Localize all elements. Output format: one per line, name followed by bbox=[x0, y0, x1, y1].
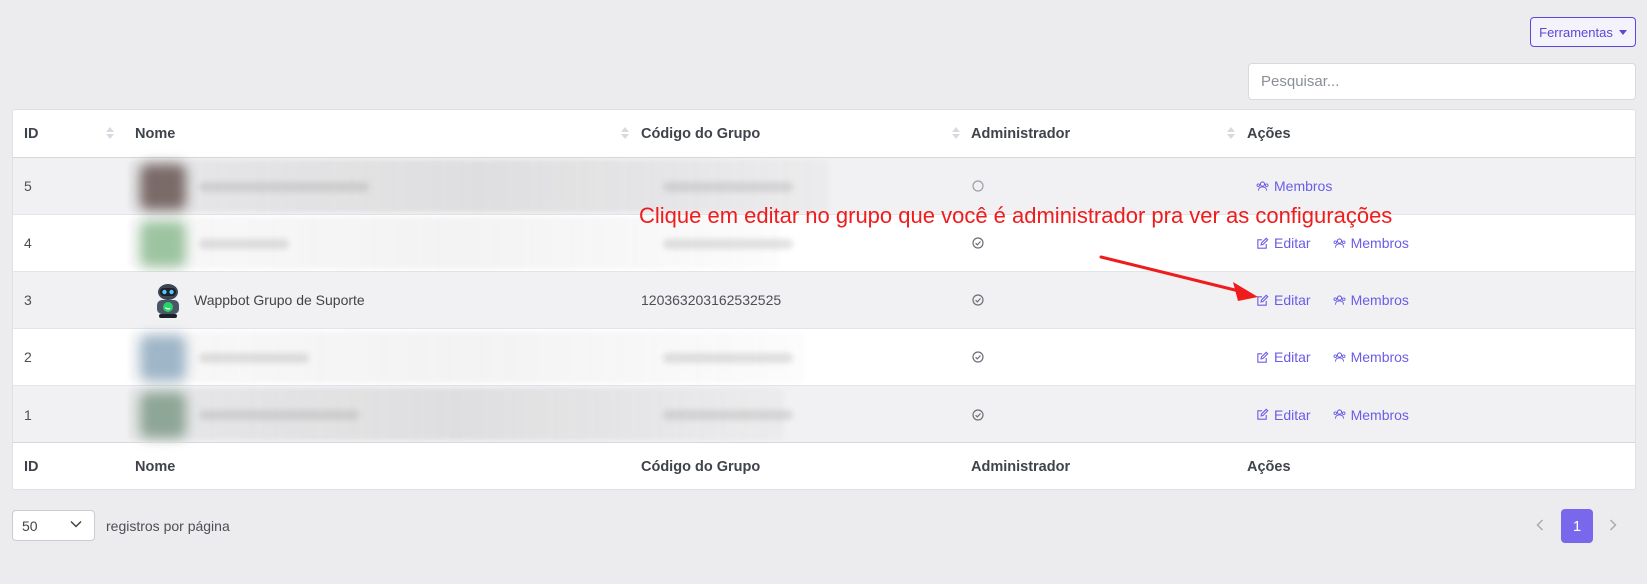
redacted-code bbox=[663, 182, 793, 192]
edit-link[interactable]: Editar bbox=[1256, 292, 1311, 308]
col-footer-code: Código do Grupo bbox=[641, 458, 761, 475]
table-row: 2 Editar Membros bbox=[13, 329, 1635, 386]
row-id: 5 bbox=[24, 178, 32, 194]
members-link[interactable]: Membros bbox=[1333, 349, 1409, 365]
groups-table: ID Nome Código do Grupo Administrador Aç… bbox=[12, 109, 1636, 490]
edit-label: Editar bbox=[1274, 235, 1311, 251]
chevron-down-icon bbox=[70, 520, 82, 528]
members-link[interactable]: Membros bbox=[1333, 235, 1409, 251]
col-header-id[interactable]: ID bbox=[24, 110, 39, 157]
edit-icon bbox=[1257, 237, 1269, 249]
row-id: 4 bbox=[24, 235, 32, 251]
redacted-name bbox=[199, 353, 309, 363]
robot-avatar-icon bbox=[151, 281, 185, 319]
chevron-right-icon bbox=[1609, 519, 1617, 531]
redacted-code bbox=[663, 239, 793, 249]
per-page-label: registros por página bbox=[106, 518, 230, 534]
row-id: 1 bbox=[24, 406, 32, 423]
table-row: 3 Wappbot Grupo de Suporte 1203632031625… bbox=[13, 272, 1635, 329]
check-circle-icon bbox=[972, 294, 984, 306]
check-circle-icon bbox=[972, 237, 984, 249]
table-header: ID Nome Código do Grupo Administrador Aç… bbox=[13, 110, 1635, 158]
edit-icon bbox=[1257, 408, 1269, 420]
members-link[interactable]: Membros bbox=[1333, 292, 1409, 308]
admin-status bbox=[971, 386, 985, 443]
edit-label: Editar bbox=[1274, 406, 1311, 423]
redacted-avatar bbox=[140, 335, 186, 381]
redacted-name bbox=[199, 410, 359, 420]
users-icon bbox=[1333, 294, 1346, 305]
col-header-name[interactable]: Nome bbox=[135, 110, 175, 157]
row-actions: Editar Membros bbox=[1247, 386, 1409, 443]
row-actions: Editar Membros bbox=[1247, 272, 1409, 328]
group-code: 120363203162532525 bbox=[641, 292, 782, 308]
col-footer-id: ID bbox=[24, 458, 39, 475]
edit-link[interactable]: Editar bbox=[1256, 235, 1311, 251]
users-icon bbox=[1333, 409, 1346, 419]
redacted-name bbox=[199, 182, 369, 192]
sort-icon[interactable] bbox=[951, 127, 961, 143]
check-circle-icon bbox=[972, 351, 984, 363]
circle-empty-icon bbox=[972, 180, 984, 192]
prev-page-button[interactable] bbox=[1530, 515, 1550, 535]
edit-label: Editar bbox=[1274, 349, 1311, 365]
page-button-current[interactable]: 1 bbox=[1561, 509, 1593, 543]
sort-icon[interactable] bbox=[620, 127, 630, 143]
members-label: Membros bbox=[1350, 406, 1409, 423]
sort-icon[interactable] bbox=[1226, 127, 1236, 143]
redacted-avatar bbox=[140, 221, 186, 267]
col-footer-name: Nome bbox=[135, 458, 176, 475]
search-input[interactable] bbox=[1248, 63, 1636, 100]
edit-label: Editar bbox=[1274, 292, 1311, 308]
col-header-code[interactable]: Código do Grupo bbox=[641, 110, 760, 157]
redacted-name bbox=[199, 239, 289, 249]
members-label: Membros bbox=[1350, 235, 1409, 251]
table-row: 1 Editar Membros bbox=[13, 386, 1635, 443]
admin-status bbox=[971, 272, 985, 328]
check-circle-icon bbox=[972, 408, 984, 421]
redacted-code bbox=[663, 410, 793, 420]
per-page-select[interactable]: 50 bbox=[12, 510, 95, 541]
members-label: Membros bbox=[1274, 178, 1333, 194]
users-icon bbox=[1333, 237, 1346, 248]
sort-icon[interactable] bbox=[105, 127, 115, 143]
caret-down-icon bbox=[1618, 29, 1627, 35]
next-page-button[interactable] bbox=[1603, 515, 1623, 535]
tools-dropdown-button[interactable]: Ferramentas bbox=[1530, 17, 1636, 47]
members-label: Membros bbox=[1350, 292, 1409, 308]
members-link[interactable]: Membros bbox=[1256, 178, 1332, 194]
members-link[interactable]: Membros bbox=[1333, 407, 1409, 423]
row-id: 2 bbox=[24, 349, 32, 365]
edit-icon bbox=[1257, 294, 1269, 306]
members-label: Membros bbox=[1350, 349, 1409, 365]
chevron-left-icon bbox=[1536, 519, 1544, 531]
redacted-avatar bbox=[140, 164, 186, 210]
row-id: 3 bbox=[24, 292, 32, 308]
per-page-value: 50 bbox=[22, 517, 38, 534]
annotation-text: Clique em editar no grupo que você é adm… bbox=[639, 203, 1393, 228]
row-actions: Editar Membros bbox=[1247, 329, 1409, 385]
group-name: Wappbot Grupo de Suporte bbox=[194, 292, 365, 308]
edit-link[interactable]: Editar bbox=[1256, 349, 1311, 365]
group-name-cell: Wappbot Grupo de Suporte bbox=[135, 272, 365, 328]
table-footer: ID Nome Código do Grupo Administrador Aç… bbox=[13, 442, 1635, 490]
col-footer-actions: Ações bbox=[1247, 458, 1291, 475]
users-icon bbox=[1256, 180, 1269, 191]
redacted-avatar bbox=[140, 392, 186, 438]
col-header-admin[interactable]: Administrador bbox=[971, 110, 1070, 157]
redacted-code bbox=[663, 353, 793, 363]
edit-link[interactable]: Editar bbox=[1256, 407, 1311, 423]
col-header-actions: Ações bbox=[1247, 125, 1291, 142]
admin-status bbox=[971, 329, 985, 385]
users-icon bbox=[1333, 351, 1346, 362]
tools-label: Ferramentas bbox=[1539, 24, 1613, 40]
col-footer-admin: Administrador bbox=[971, 458, 1071, 475]
edit-icon bbox=[1257, 351, 1269, 363]
